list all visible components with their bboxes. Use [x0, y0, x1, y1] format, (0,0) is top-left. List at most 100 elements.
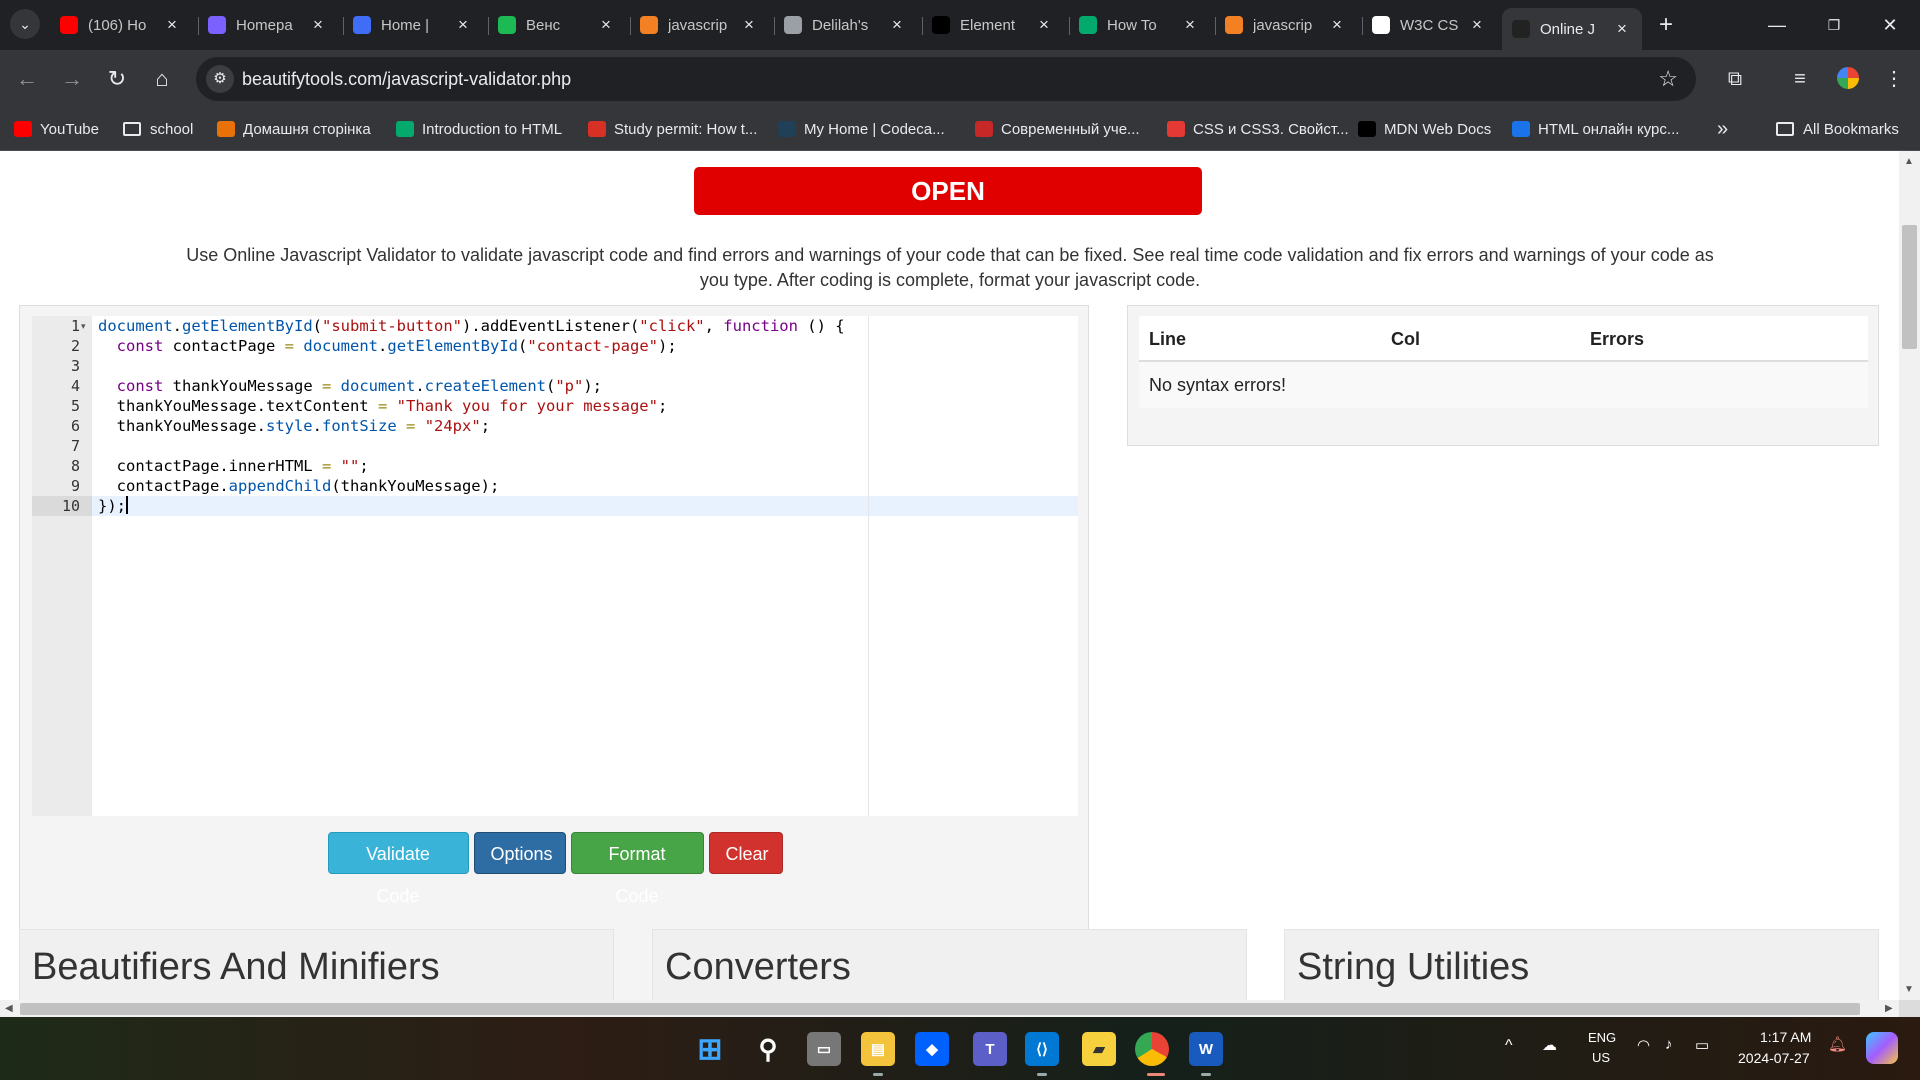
open-ad-button[interactable]: OPEN [694, 167, 1202, 215]
chrome-icon[interactable] [1135, 1032, 1169, 1066]
tab-search-button[interactable]: ⌄ [10, 9, 40, 39]
options-button[interactable]: Options [473, 832, 566, 874]
fold-arrow-icon[interactable]: ▾ [81, 316, 86, 336]
code-line[interactable]: contactPage.appendChild(thankYouMessage)… [98, 476, 845, 496]
horizontal-scroll-thumb[interactable] [20, 1003, 1860, 1015]
start-icon[interactable]: ⊞ [693, 1032, 727, 1066]
site-icon [217, 121, 235, 137]
close-tab-icon[interactable]: × [162, 15, 182, 35]
forward-button[interactable]: → [56, 63, 88, 95]
profile-avatar[interactable] [1834, 64, 1862, 92]
scroll-left-icon[interactable]: ◀ [5, 1003, 13, 1014]
close-tab-icon[interactable]: × [596, 15, 616, 35]
w3-icon [1079, 16, 1097, 34]
volume-icon[interactable]: ♪ [1665, 1036, 1673, 1053]
close-tab-icon[interactable]: × [1467, 15, 1487, 35]
clear-button[interactable]: Clear [708, 832, 783, 874]
code-line[interactable]: const contactPage = document.getElementB… [98, 336, 845, 356]
scroll-right-icon[interactable]: ▶ [1885, 1003, 1893, 1014]
bookmark-9[interactable]: MDN Web Docs [1358, 118, 1491, 140]
bookmark-star-icon[interactable]: ☆ [1658, 66, 1678, 92]
validate-code-button[interactable]: Validate Code [327, 832, 469, 906]
code-line[interactable]: }); [98, 496, 845, 516]
tab-7[interactable]: Element × [922, 8, 1064, 42]
vertical-scroll-thumb[interactable] [1902, 225, 1917, 349]
battery-icon[interactable]: ▭ [1695, 1036, 1709, 1054]
more-bookmarks-icon[interactable]: » [1717, 118, 1728, 140]
tab-9[interactable]: javascrip × [1215, 8, 1357, 42]
line-number: 10 [61, 497, 80, 515]
close-tab-icon[interactable]: × [1034, 15, 1054, 35]
bookmark-3[interactable]: Домашня сторінка [217, 118, 371, 140]
bookmark-1[interactable]: YouTube [14, 118, 99, 140]
bookmark-6[interactable]: My Home | Codeca... [778, 118, 945, 140]
restore-button[interactable]: ❐ [1814, 10, 1854, 40]
bookmark-5[interactable]: Study permit: How t... [588, 118, 757, 140]
close-tab-icon[interactable]: × [887, 15, 907, 35]
file-explorer-icon[interactable]: ▤ [861, 1032, 895, 1066]
close-tab-icon[interactable]: × [1327, 15, 1347, 35]
globe-icon [784, 16, 802, 34]
code-editor[interactable]: 1 2 3 4 5 6 7 8 9 10 ▾ document.getElementById("s… [32, 316, 1078, 816]
code-line[interactable]: const thankYouMessage = document.createE… [98, 376, 845, 396]
address-bar[interactable]: ⚙ beautifytools.com/javascript-validator… [196, 57, 1696, 101]
tab-6[interactable]: Delilah's × [774, 8, 917, 42]
menu-icon[interactable]: ⋮ [1878, 63, 1910, 95]
copilot-icon[interactable] [1866, 1032, 1898, 1064]
vscode-icon[interactable]: ⟨⟩ [1025, 1032, 1059, 1066]
extensions-icon[interactable]: ⧉ [1719, 63, 1751, 95]
all-bookmarks[interactable]: All Bookmarks [1776, 118, 1899, 140]
code-line[interactable]: thankYouMessage.style.fontSize = "24px"; [98, 416, 845, 436]
tab-1[interactable]: (106) Ho × [50, 8, 192, 42]
close-tab-icon[interactable]: × [739, 15, 759, 35]
search-icon[interactable]: ⚲ [751, 1032, 785, 1066]
close-tab-icon[interactable]: × [1180, 15, 1200, 35]
tab-5[interactable]: javascrip × [630, 8, 769, 42]
tab-10[interactable]: W3C CS × [1362, 8, 1497, 42]
code-line[interactable] [98, 356, 845, 376]
word-icon[interactable]: W [1189, 1032, 1223, 1066]
close-tab-icon[interactable]: × [453, 15, 473, 35]
new-tab-button[interactable]: + [1651, 11, 1681, 41]
reload-button[interactable]: ↻ [101, 63, 133, 95]
task-view-icon[interactable]: ▭ [807, 1032, 841, 1066]
code-line[interactable]: document.getElementById("submit-button")… [98, 316, 845, 336]
tab-4[interactable]: Венс × [488, 8, 626, 42]
bookmark-8[interactable]: CSS и CSS3. Свойст... [1167, 118, 1349, 140]
region-indicator[interactable]: US [1592, 1050, 1610, 1065]
bookmark-4[interactable]: Introduction to HTML [396, 118, 562, 140]
close-tab-icon[interactable]: × [308, 15, 328, 35]
code-line[interactable] [98, 436, 845, 456]
code-line[interactable]: contactPage.innerHTML = ""; [98, 456, 845, 476]
clock-time[interactable]: 1:17 AM [1760, 1029, 1811, 1045]
language-indicator[interactable]: ENG [1588, 1030, 1616, 1045]
scroll-down-icon[interactable]: ▼ [1904, 984, 1914, 995]
clock-date[interactable]: 2024-07-27 [1738, 1050, 1810, 1066]
sticky-notes-icon[interactable]: ▰ [1082, 1032, 1116, 1066]
tab-8[interactable]: How To × [1069, 8, 1210, 42]
back-button[interactable]: ← [11, 63, 43, 95]
home-button[interactable]: ⌂ [146, 63, 178, 95]
notification-bell-icon[interactable]: 🔔︎ [1828, 1035, 1847, 1053]
dropbox-icon[interactable]: ◆ [915, 1032, 949, 1066]
close-tab-icon[interactable]: × [1612, 19, 1632, 39]
code-text[interactable]: document.getElementById("submit-button")… [98, 316, 845, 516]
bookmark-2[interactable]: school [123, 118, 193, 140]
chevron-up-icon[interactable]: ^ [1505, 1037, 1513, 1055]
teams-icon[interactable]: T [973, 1032, 1007, 1066]
site-info-icon[interactable]: ⚙ [206, 65, 234, 93]
tab-3[interactable]: Home | × [343, 8, 483, 42]
minimize-button[interactable]: — [1757, 10, 1797, 40]
code-line[interactable]: thankYouMessage.textContent = "Thank you… [98, 396, 845, 416]
scroll-up-icon[interactable]: ▲ [1904, 156, 1914, 167]
bookmark-10[interactable]: HTML онлайн курс... [1512, 118, 1679, 140]
line-number: 5 [70, 397, 80, 415]
cloud-icon[interactable]: ☁ [1542, 1036, 1557, 1054]
bookmark-7[interactable]: Современный уче... [975, 118, 1140, 140]
format-code-button[interactable]: Format Code [570, 832, 704, 906]
wifi-icon[interactable]: ◠ [1637, 1036, 1650, 1054]
media-controls-icon[interactable]: ≡ [1784, 63, 1816, 95]
close-window-button[interactable]: ✕ [1870, 10, 1910, 40]
tab-11[interactable]: Online J × [1502, 8, 1642, 50]
tab-2[interactable]: Homepa × [198, 8, 338, 42]
